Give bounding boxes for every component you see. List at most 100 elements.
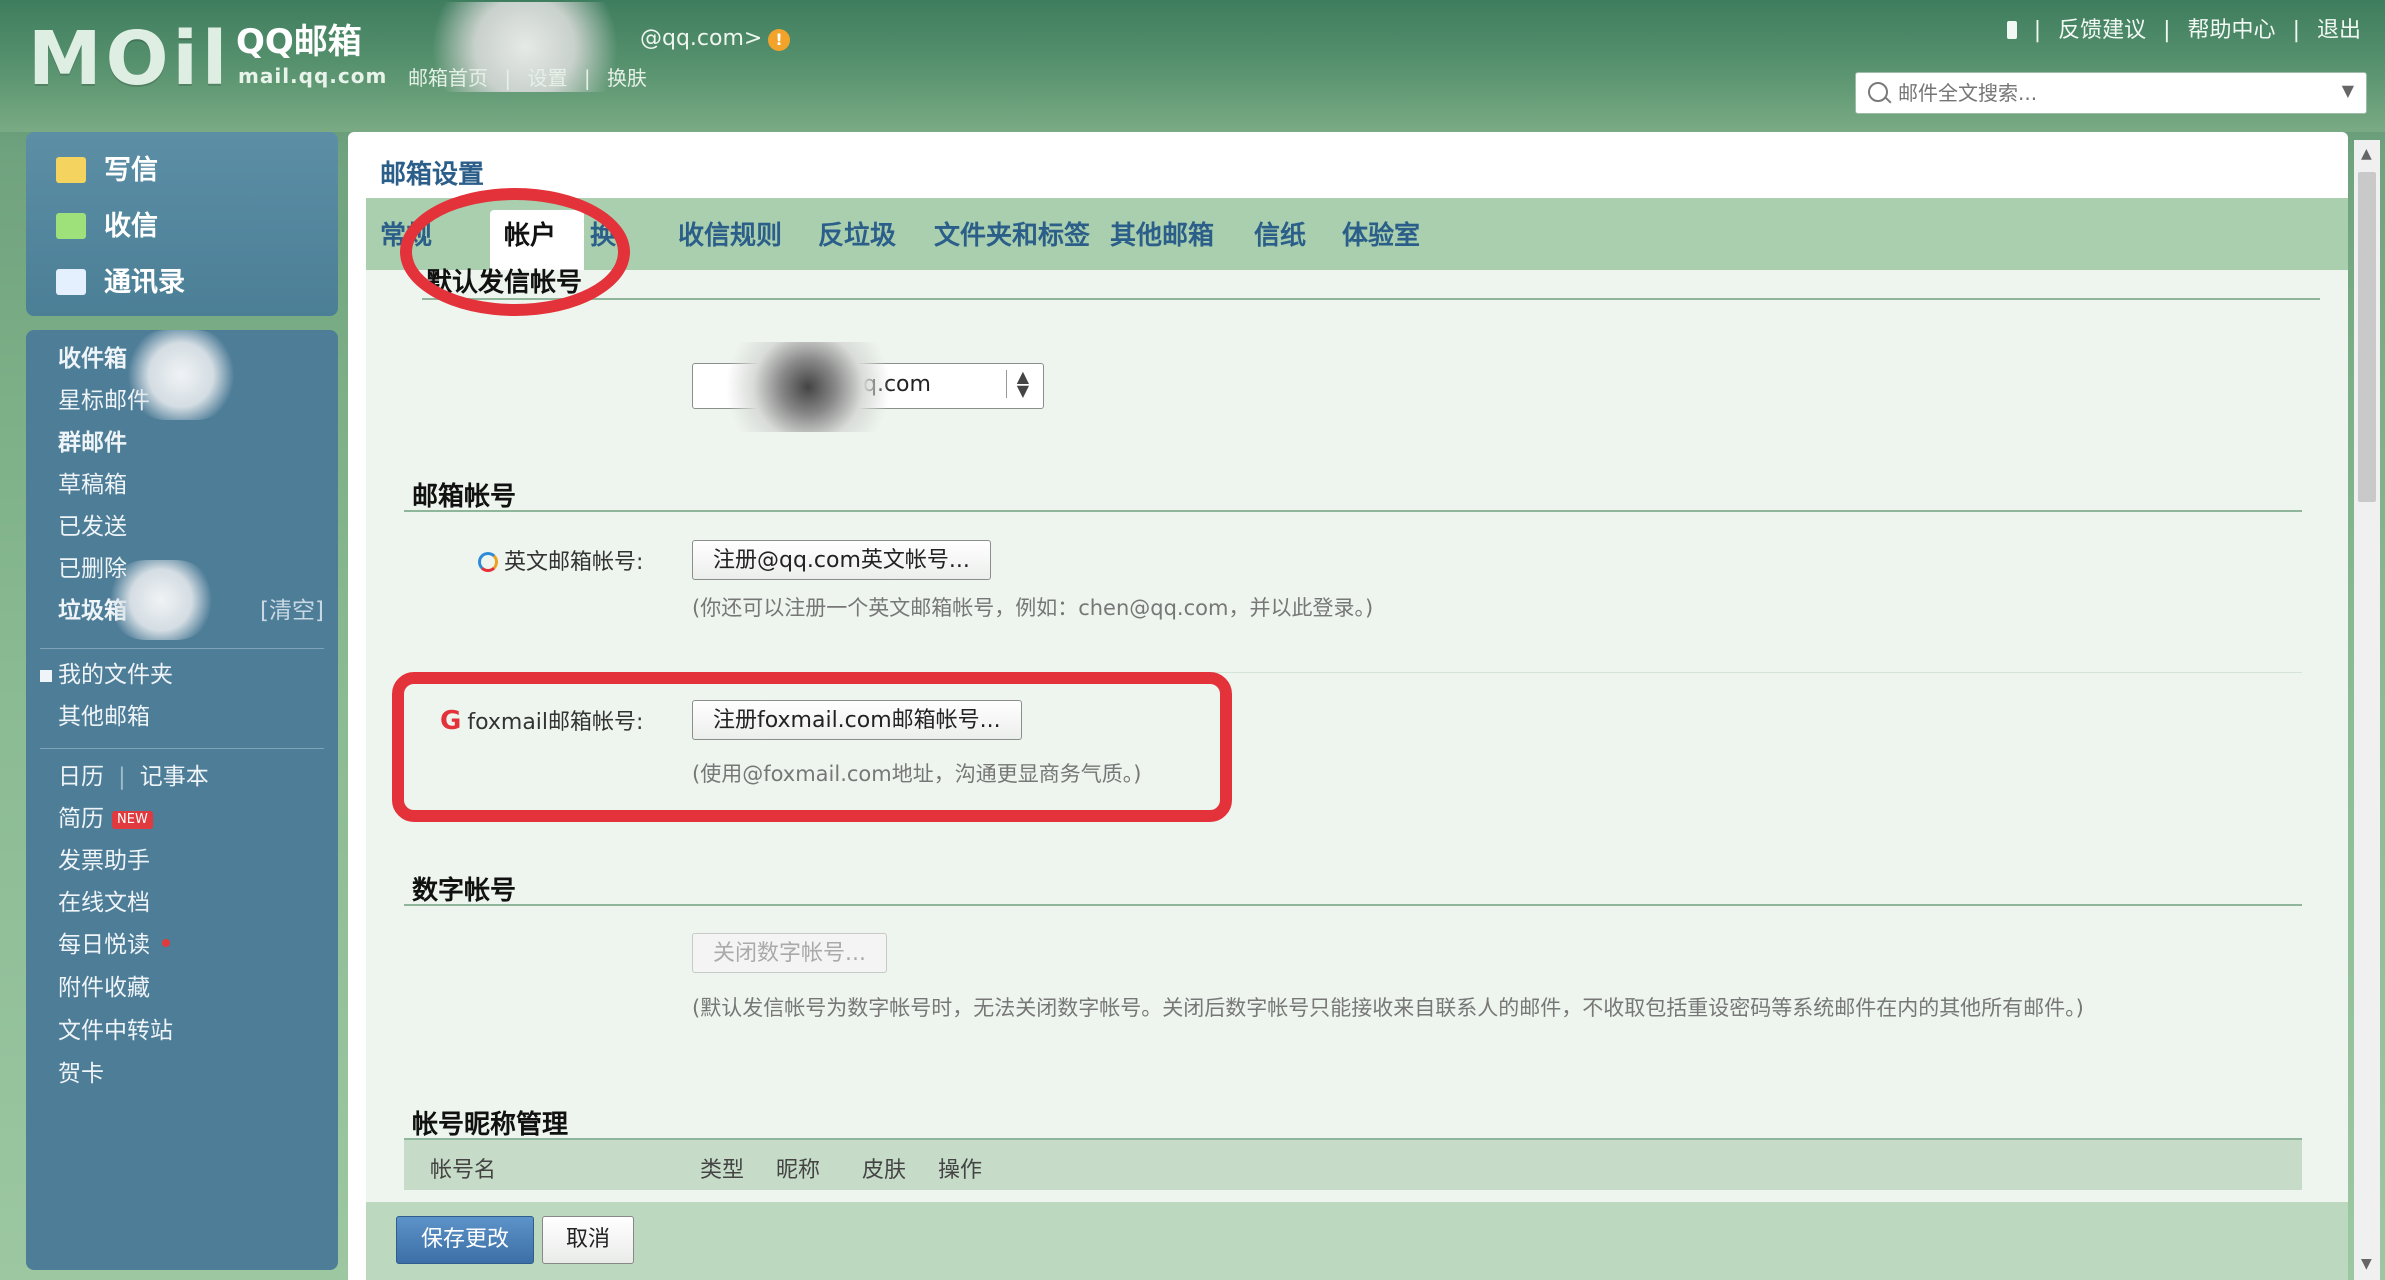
col-skin: 皮肤 bbox=[862, 1158, 907, 1183]
logo-domain: mail.qq.com bbox=[238, 64, 388, 88]
calendar-link: 日历 | 记事本 bbox=[58, 762, 209, 792]
section-divider bbox=[422, 298, 2320, 300]
close-digital-account-button[interactable]: 关闭数字帐号... bbox=[692, 933, 887, 973]
search-icon bbox=[1868, 82, 1888, 102]
feedback-link[interactable]: 反馈建议 bbox=[2058, 18, 2146, 43]
link-separator: | bbox=[118, 764, 126, 790]
redaction-blur bbox=[106, 560, 216, 640]
section-divider bbox=[404, 510, 2302, 512]
chevron-down-icon[interactable]: ▼ bbox=[2342, 81, 2354, 100]
file-transfer-link[interactable]: 文件中转站 bbox=[58, 1016, 173, 1046]
resume-link[interactable]: 简历 NEW bbox=[58, 804, 153, 834]
english-label-text: 英文邮箱帐号: bbox=[504, 550, 644, 575]
contacts-label: 通讯录 bbox=[104, 267, 185, 298]
settings-panel: 邮箱设置 常规 帐户 换肤 收信规则 反垃圾 文件夹和标签 其他邮箱 信纸 体验… bbox=[348, 132, 2348, 1280]
contact-card-icon bbox=[56, 269, 86, 295]
receive-label: 收信 bbox=[104, 211, 158, 242]
mobile-icon[interactable] bbox=[2006, 21, 2017, 39]
nav-separator: | bbox=[504, 66, 512, 90]
english-account-hint: (你还可以注册一个英文邮箱帐号，例如：chen@qq.com，并以此登录。) bbox=[692, 596, 1374, 620]
folder-inbox[interactable]: 收件箱 bbox=[58, 344, 127, 374]
qqmail-logo[interactable]: MOil bbox=[28, 22, 231, 96]
footer-action-bar: 保存更改 取消 bbox=[366, 1202, 2348, 1280]
compose-label: 写信 bbox=[104, 155, 158, 186]
nav-home-link[interactable]: 邮箱首页 bbox=[408, 66, 488, 90]
folder-panel: 收件箱 星标邮件 群邮件 草稿箱 已发送 已删除 垃圾箱 [清空] 我的文件夹 … bbox=[26, 330, 338, 1270]
section-digital-account: 数字帐号 bbox=[412, 876, 517, 906]
link-separator: | bbox=[2163, 18, 2171, 43]
compose-button[interactable]: 写信 bbox=[56, 148, 158, 194]
logout-link[interactable]: 退出 bbox=[2317, 18, 2361, 43]
updown-arrows-icon: ▲ ▼ bbox=[1005, 369, 1029, 399]
my-folders-toggle[interactable]: 我的文件夹 bbox=[40, 660, 173, 690]
folder-group[interactable]: 群邮件 bbox=[58, 428, 127, 458]
tab-rules[interactable]: 收信规则 bbox=[678, 220, 782, 252]
nickname-table-header: 帐号名 类型 昵称 皮肤 操作 bbox=[404, 1140, 2302, 1190]
col-type: 类型 bbox=[700, 1158, 745, 1183]
col-account-name: 帐号名 bbox=[430, 1158, 497, 1183]
scroll-up-arrow-icon[interactable]: ▲ bbox=[2361, 146, 2372, 162]
top-links: | 反馈建议 | 帮助中心 | 退出 bbox=[1997, 12, 2361, 44]
download-icon bbox=[56, 213, 86, 239]
scrollbar[interactable]: ▲ ▼ bbox=[2354, 140, 2380, 1280]
tab-lab[interactable]: 体验室 bbox=[1342, 220, 1420, 252]
contacts-button[interactable]: 通讯录 bbox=[56, 260, 185, 306]
spam-clear-link[interactable]: [清空] bbox=[260, 596, 324, 626]
tab-folders-labels[interactable]: 文件夹和标签 bbox=[934, 220, 1090, 252]
nav-separator: | bbox=[583, 66, 591, 90]
scroll-down-arrow-icon[interactable]: ▼ bbox=[2361, 1256, 2372, 1272]
folder-sent[interactable]: 已发送 bbox=[58, 512, 127, 542]
help-center-link[interactable]: 帮助中心 bbox=[2188, 18, 2276, 43]
search-input[interactable] bbox=[1896, 77, 2320, 109]
annotation-box bbox=[392, 672, 1232, 822]
tab-other-mailbox[interactable]: 其他邮箱 bbox=[1110, 220, 1214, 252]
receive-button[interactable]: 收信 bbox=[56, 204, 158, 250]
expand-plus-icon[interactable] bbox=[40, 670, 52, 682]
resume-label: 简历 bbox=[58, 806, 104, 832]
search-box[interactable]: ▼ bbox=[1855, 72, 2367, 114]
account-email: @qq.com> bbox=[640, 26, 763, 51]
link-separator: | bbox=[2033, 18, 2042, 43]
redaction-blur bbox=[708, 342, 908, 432]
nav-skin-link[interactable]: 换肤 bbox=[607, 66, 647, 90]
folder-drafts[interactable]: 草稿箱 bbox=[58, 470, 127, 500]
register-english-account-button[interactable]: 注册@qq.com英文帐号... bbox=[692, 540, 991, 580]
my-folders-label: 我的文件夹 bbox=[58, 662, 173, 688]
tab-antispam[interactable]: 反垃圾 bbox=[818, 220, 896, 252]
header-nav: 邮箱首页 | 设置 | 换肤 bbox=[408, 62, 657, 91]
daily-read-label: 每日悦读 bbox=[58, 932, 150, 958]
qq-globe-icon bbox=[478, 552, 498, 572]
header-bar: MOil QQ邮箱 mail.qq.com @qq.com> ! 邮箱首页 | … bbox=[0, 0, 2385, 132]
docs-link[interactable]: 在线文档 bbox=[58, 888, 150, 918]
tab-stationery[interactable]: 信纸 bbox=[1254, 220, 1306, 252]
section-divider bbox=[404, 904, 2302, 906]
english-account-label: 英文邮箱帐号: bbox=[478, 544, 643, 576]
section-mailbox-accounts: 邮箱帐号 bbox=[412, 482, 517, 512]
link-separator: | bbox=[2292, 18, 2300, 43]
daily-read-link[interactable]: 每日悦读 bbox=[58, 930, 170, 960]
divider bbox=[40, 648, 324, 649]
attachments-link[interactable]: 附件收藏 bbox=[58, 973, 150, 1003]
settings-tabs: 常规 帐户 换肤 收信规则 反垃圾 文件夹和标签 其他邮箱 信纸 体验室 bbox=[366, 198, 2348, 270]
folder-other-mailbox[interactable]: 其他邮箱 bbox=[58, 702, 150, 732]
compose-panel: 写信 收信 通讯录 bbox=[26, 132, 338, 316]
nav-settings-link[interactable]: 设置 bbox=[527, 66, 567, 90]
logo-wordmark: MOil bbox=[28, 16, 232, 102]
greeting-cards-link[interactable]: 贺卡 bbox=[58, 1059, 104, 1089]
warning-icon[interactable]: ! bbox=[768, 29, 790, 51]
invoice-link[interactable]: 发票助手 bbox=[58, 846, 150, 876]
save-changes-button[interactable]: 保存更改 bbox=[396, 1216, 534, 1264]
redaction-blur bbox=[126, 330, 236, 420]
calendar-label[interactable]: 日历 bbox=[58, 764, 104, 790]
section-nickname-management: 帐号昵称管理 bbox=[412, 1110, 569, 1140]
scrollbar-thumb[interactable] bbox=[2358, 172, 2376, 502]
cancel-button[interactable]: 取消 bbox=[542, 1216, 634, 1264]
col-actions: 操作 bbox=[938, 1158, 983, 1183]
unread-dot bbox=[162, 939, 170, 947]
page-title: 邮箱设置 bbox=[380, 160, 485, 190]
annotation-circle bbox=[400, 188, 630, 316]
col-nickname: 昵称 bbox=[776, 1158, 821, 1183]
notepad-link[interactable]: 记事本 bbox=[140, 764, 209, 790]
pencil-icon bbox=[56, 157, 86, 183]
digital-account-hint: (默认发信帐号为数字帐号时，无法关闭数字帐号。关闭后数字帐号只能接收来自联系人的… bbox=[692, 996, 2084, 1020]
